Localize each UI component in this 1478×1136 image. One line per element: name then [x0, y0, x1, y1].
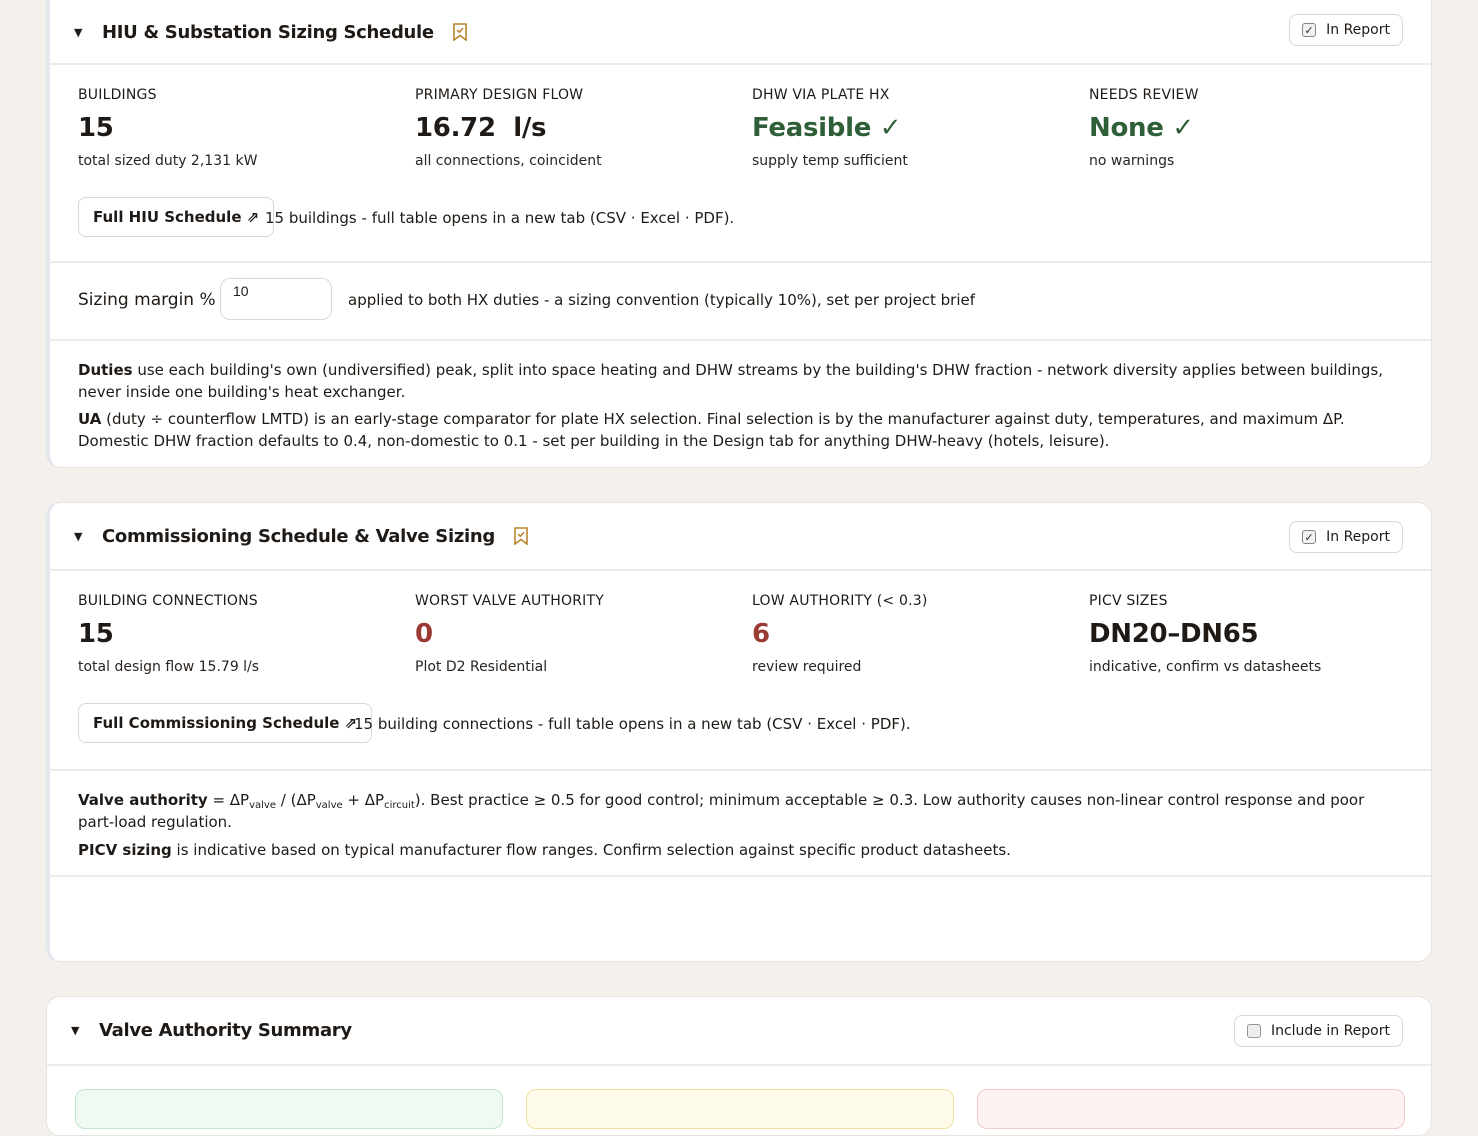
in-report-toggle[interactable]: ✓ In Report: [1289, 14, 1403, 46]
hiu-card-title: HIU & Substation Sizing Schedule: [102, 21, 434, 43]
hiu-schedule-note: 15 buildings - full table opens in a new…: [265, 209, 735, 227]
full-hiu-schedule-button[interactable]: Full HIU Schedule ⇗: [78, 197, 275, 237]
hiu-sizing-card: ▼ HIU & Substation Sizing Schedule ✓ In …: [46, 0, 1432, 468]
valve-summary-card-header[interactable]: ▼ Valve Authority Summary Include in Rep…: [47, 997, 1431, 1066]
stat-sub: Plot D2 Residential: [415, 659, 548, 675]
stat-label: LOW AUTHORITY (< 0.3): [752, 593, 928, 609]
hiu-notes: Duties use each building's own (undivers…: [50, 341, 1431, 452]
stat-sub: all connections, coincident: [415, 153, 602, 169]
stat-worst-valve-authority: WORST VALVE AUTHORITY 0 Plot D2 Resident…: [415, 593, 735, 675]
in-report-checkbox[interactable]: ✓: [1302, 530, 1317, 544]
collapse-caret-icon[interactable]: ▼: [74, 530, 96, 543]
stat-value: 0: [415, 619, 433, 649]
commissioning-stats: BUILDING CONNECTIONS 15 total design flo…: [50, 571, 1431, 771]
collapse-caret-icon[interactable]: ▼: [74, 26, 96, 39]
commissioning-notes: Valve authority = ΔPvalve / (ΔPvalve + Δ…: [50, 771, 1431, 877]
hiu-card-header[interactable]: ▼ HIU & Substation Sizing Schedule ✓ In …: [50, 0, 1431, 65]
stat-value: 6: [752, 619, 770, 649]
stat-sub: total design flow 15.79 l/s: [78, 659, 260, 675]
in-report-label: In Report: [1326, 529, 1390, 545]
stat-value: 16.72 l/s: [415, 113, 547, 143]
stat-buildings: BUILDINGS 15 total sized duty 2,131 kW: [78, 87, 398, 169]
stat-building-connections: BUILDING CONNECTIONS 15 total design flo…: [78, 593, 398, 675]
sizing-margin-input[interactable]: 10: [220, 278, 332, 320]
stat-low-authority: LOW AUTHORITY (< 0.3) 6 review required: [752, 593, 1072, 675]
stat-value: None ✓: [1089, 113, 1194, 143]
stat-sub: indicative, confirm vs datasheets: [1089, 659, 1322, 675]
sizing-margin-label: Sizing margin %: [78, 290, 216, 310]
stat-label: BUILDING CONNECTIONS: [78, 593, 258, 609]
stat-label: PRIMARY DESIGN FLOW: [415, 87, 584, 103]
stat-sub: total sized duty 2,131 kW: [78, 153, 258, 169]
sizing-margin-row: Sizing margin % 10 applied to both HX du…: [50, 263, 1431, 341]
summary-good-panel: [75, 1089, 503, 1129]
stat-label: PICV SIZES: [1089, 593, 1168, 609]
include-in-report-checkbox[interactable]: [1246, 1024, 1261, 1038]
stat-label: NEEDS REVIEW: [1089, 87, 1199, 103]
stat-sub: supply temp sufficient: [752, 153, 908, 169]
collapse-caret-icon[interactable]: ▼: [71, 1024, 93, 1037]
bookmark-icon[interactable]: [452, 23, 468, 41]
hiu-stats: BUILDINGS 15 total sized duty 2,131 kW P…: [50, 65, 1431, 263]
stat-picv-sizes: PICV SIZES DN20–DN65 indicative, confirm…: [1089, 593, 1409, 675]
stat-label: DHW VIA PLATE HX: [752, 87, 890, 103]
picv-sizing-note: PICV sizing is indicative based on typic…: [78, 841, 1011, 859]
stat-value: Feasible ✓: [752, 113, 902, 143]
in-report-label: In Report: [1326, 22, 1390, 38]
stat-label: WORST VALVE AUTHORITY: [415, 593, 604, 609]
include-in-report-toggle[interactable]: Include in Report: [1233, 1015, 1403, 1047]
valve-summary-card-title: Valve Authority Summary: [99, 1020, 352, 1041]
summary-warning-panel: [526, 1089, 954, 1129]
stat-primary-flow: PRIMARY DESIGN FLOW 16.72 l/s all connec…: [415, 87, 735, 169]
in-report-checkbox[interactable]: ✓: [1302, 23, 1317, 37]
stat-value: 15: [78, 619, 114, 649]
summary-critical-panel: [977, 1089, 1405, 1129]
bookmark-icon[interactable]: [513, 527, 529, 545]
stat-value: DN20–DN65: [1089, 619, 1259, 649]
sizing-margin-note: applied to both HX duties - a sizing con…: [348, 291, 976, 309]
stat-dhw-plate-hx: DHW VIA PLATE HX Feasible ✓ supply temp …: [752, 87, 1072, 169]
include-in-report-label: Include in Report: [1270, 1023, 1390, 1039]
commissioning-card: ▼ Commissioning Schedule & Valve Sizing …: [46, 502, 1432, 962]
commissioning-card-header[interactable]: ▼ Commissioning Schedule & Valve Sizing …: [50, 503, 1431, 571]
stat-sub: no warnings: [1089, 153, 1175, 169]
stat-sub: review required: [752, 659, 862, 675]
duties-note: Duties use each building's own (undivers…: [78, 361, 1383, 401]
stat-value: 15: [78, 113, 114, 143]
ua-note: UA (duty ÷ counterflow LMTD) is an early…: [78, 410, 1345, 450]
valve-authority-note: Valve authority = ΔPvalve / (ΔPvalve + Δ…: [78, 791, 1365, 831]
in-report-toggle[interactable]: ✓ In Report: [1289, 521, 1403, 553]
stat-label: BUILDINGS: [78, 87, 157, 103]
valve-authority-summary-card: ▼ Valve Authority Summary Include in Rep…: [46, 996, 1432, 1136]
full-commissioning-schedule-button[interactable]: Full Commissioning Schedule ⇗: [78, 703, 373, 743]
commissioning-schedule-note: 15 building connections - full table ope…: [354, 715, 911, 733]
commissioning-card-title: Commissioning Schedule & Valve Sizing: [102, 525, 495, 547]
stat-needs-review: NEEDS REVIEW None ✓ no warnings: [1089, 87, 1409, 169]
